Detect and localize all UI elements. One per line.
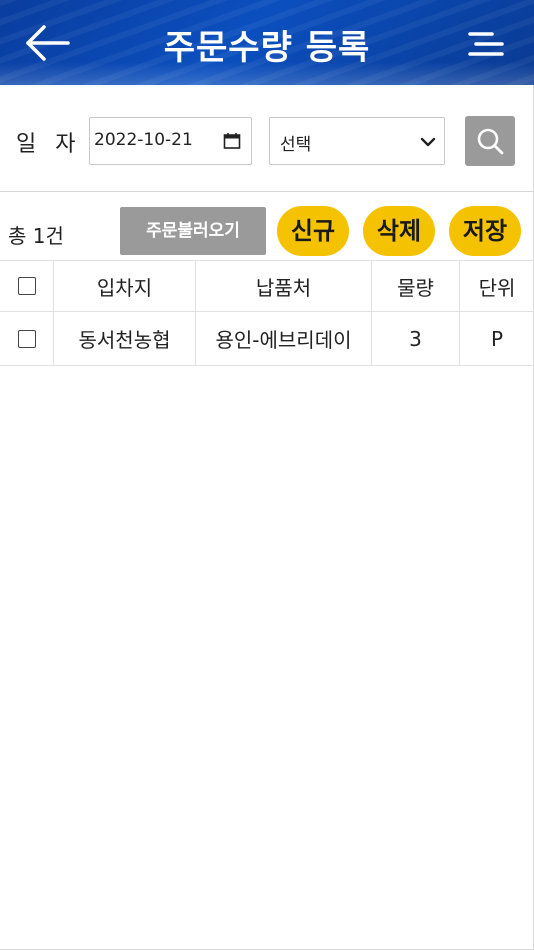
cell-quantity[interactable]: 3	[372, 312, 460, 365]
type-select-value: 선택	[280, 135, 312, 155]
total-count: 총 1건	[8, 224, 64, 248]
table-row[interactable]: 동서천농협 용인-에브리데이 3 P	[0, 312, 534, 366]
page-title: 주문수량 등록	[163, 28, 371, 68]
row-checkbox[interactable]	[17, 329, 36, 348]
delete-button[interactable]: 삭제	[363, 206, 435, 256]
cell-origin[interactable]: 동서천농협	[54, 312, 196, 365]
date-label: 일 자	[16, 132, 82, 157]
table-header-row: 입차지 납품처 물량 단위	[0, 260, 534, 312]
section-divider	[0, 191, 534, 192]
menu-button[interactable]	[466, 26, 506, 62]
app-header: 주문수량 등록	[0, 0, 534, 85]
type-select[interactable]: 선택	[269, 117, 445, 165]
load-orders-button[interactable]: 주문불러오기	[120, 207, 266, 255]
search-button[interactable]	[465, 116, 515, 166]
menu-icon	[468, 32, 504, 56]
chevron-down-icon	[420, 137, 436, 147]
calendar-icon[interactable]	[223, 132, 241, 150]
date-value: 2022-10-21	[94, 130, 193, 150]
row-checkbox-cell	[0, 312, 54, 365]
action-row: 총 1건 주문불러오기 신규 삭제 저장	[0, 200, 534, 260]
select-all-checkbox[interactable]	[17, 277, 36, 295]
date-input[interactable]: 2022-10-21	[89, 117, 252, 165]
column-header-quantity[interactable]: 물량	[372, 261, 460, 311]
header-checkbox-cell	[0, 261, 54, 311]
cell-unit[interactable]: P	[460, 312, 534, 365]
new-button[interactable]: 신규	[277, 206, 349, 256]
column-header-destination[interactable]: 납품처	[196, 261, 372, 311]
save-button[interactable]: 저장	[449, 206, 521, 256]
search-icon	[477, 128, 504, 155]
column-header-unit[interactable]: 단위	[460, 261, 534, 311]
filter-row: 일 자 2022-10-21 선택	[0, 112, 534, 172]
column-header-origin[interactable]: 입차지	[54, 261, 196, 311]
cell-destination[interactable]: 용인-에브리데이	[196, 312, 372, 365]
